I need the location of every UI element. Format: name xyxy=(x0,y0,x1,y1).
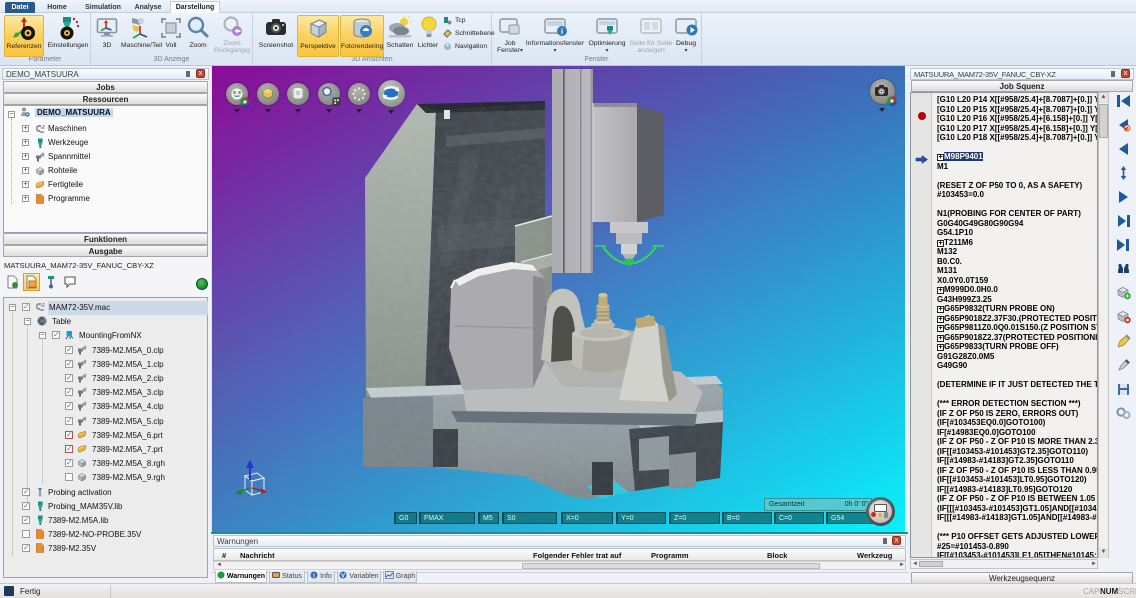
svg-text:V: V xyxy=(341,574,345,580)
svg-text:i: i xyxy=(561,27,563,36)
